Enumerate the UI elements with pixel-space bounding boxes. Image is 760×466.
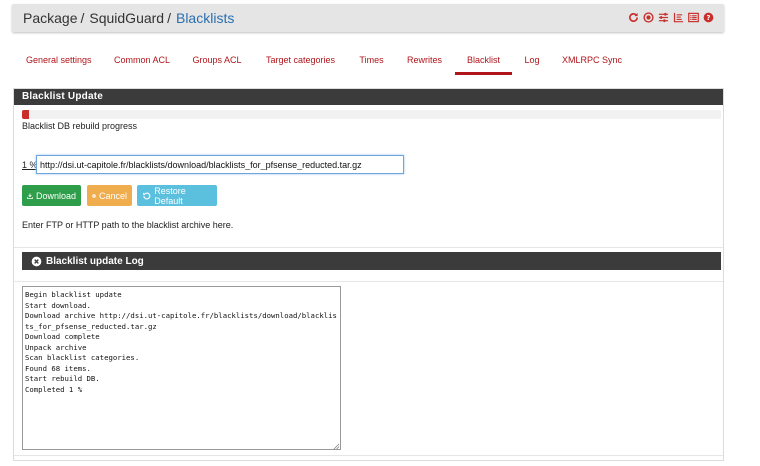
download-button[interactable]: Download [22,185,81,206]
tab-general-settings[interactable]: General settings [14,50,102,75]
tab-times[interactable]: Times [349,50,394,75]
tab-groups-acl[interactable]: Groups ACL [182,50,252,75]
restore-default-button-label: Restore Default [154,185,186,206]
page-title[interactable]: Blacklists [176,10,234,26]
progress-label: Blacklist DB rebuild progress [22,121,138,131]
blacklist-update-panel: Blacklist Update Blacklist DB rebuild pr… [13,88,724,461]
sliders-icon[interactable] [657,11,669,23]
cancel-icon [92,193,96,198]
bar-list-icon[interactable] [672,11,684,23]
reload-icon[interactable] [627,11,639,23]
resize-handle-icon[interactable] [333,443,340,450]
tab-blacklist[interactable]: Blacklist [455,50,512,75]
tab-bar: General settings Common ACL Groups ACL T… [14,50,632,75]
header-toolbar: ? [627,11,714,23]
restore-default-button[interactable]: Restore Default [137,185,217,206]
restore-icon [143,192,151,199]
blacklist-url-input[interactable] [36,155,404,174]
progress-fill [22,110,29,119]
stop-circle-icon[interactable] [642,11,654,23]
list-alt-icon[interactable] [687,11,699,23]
close-circle-icon[interactable] [31,256,42,267]
cancel-button[interactable]: Cancel [87,185,132,206]
update-log-textarea[interactable]: Begin blacklist update Start download. D… [22,286,341,450]
help-icon[interactable]: ? [702,11,714,23]
log-panel-title: Blacklist update Log [46,255,144,267]
cancel-button-label: Cancel [98,190,127,201]
breadcrumb-separator: / [80,10,85,26]
svg-text:?: ? [706,13,710,21]
download-icon [27,193,33,199]
url-help-text: Enter FTP or HTTP path to the blacklist … [22,220,234,230]
divider [14,455,723,456]
download-button-label: Download [35,190,76,201]
tab-common-acl[interactable]: Common ACL [102,50,182,75]
divider [14,281,723,282]
tab-log[interactable]: Log [512,50,552,75]
breadcrumb-bar: Package / SquidGuard / Blacklists ? [12,4,724,32]
breadcrumb-squidguard[interactable]: SquidGuard [89,10,164,26]
tab-rewrites[interactable]: Rewrites [394,50,455,75]
rebuild-progress-bar [22,110,721,119]
log-panel-header: Blacklist update Log [22,252,721,270]
breadcrumb-separator: / [167,10,171,26]
panel-title: Blacklist Update [14,89,723,105]
tab-target-categories[interactable]: Target categories [252,50,349,75]
divider [14,247,723,248]
breadcrumb-package[interactable]: Package [23,10,77,26]
tab-xmlrpc-sync[interactable]: XMLRPC Sync [552,50,632,75]
